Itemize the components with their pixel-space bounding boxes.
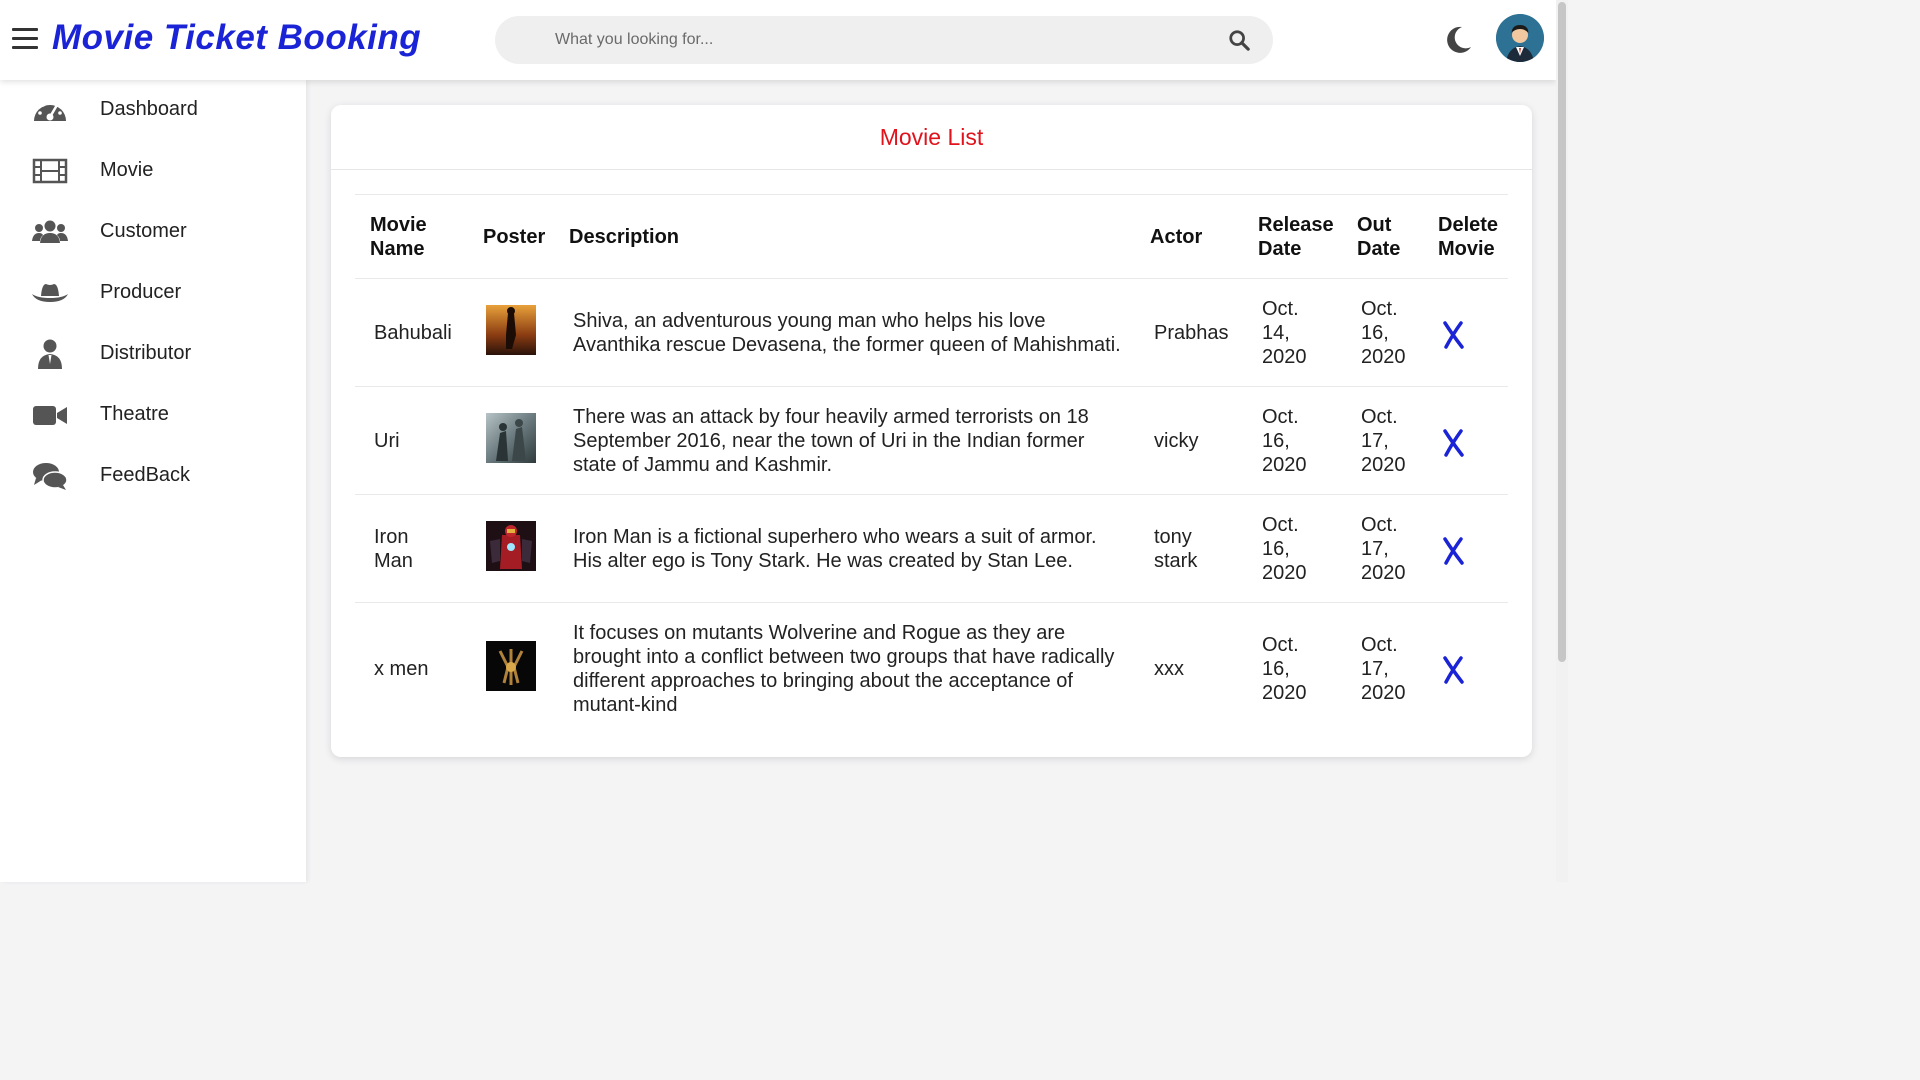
sidebar: Dashboard Movie Customer Producer Distri…	[0, 80, 306, 882]
moon-icon[interactable]	[1443, 25, 1473, 55]
cell-actor: vicky	[1154, 430, 1199, 452]
sidebar-item-label: Dashboard	[100, 98, 198, 120]
menu-icon[interactable]	[12, 28, 38, 50]
cell-movie-name: Uri	[374, 430, 400, 452]
delete-button[interactable]	[1442, 428, 1466, 458]
title-divider	[331, 169, 1532, 170]
sidebar-item-dashboard[interactable]: Dashboard	[0, 85, 306, 135]
movie-poster-bahubali[interactable]	[486, 305, 536, 355]
column-header-description: Description	[569, 226, 680, 248]
avatar[interactable]	[1496, 14, 1544, 62]
cell-actor: Prabhas	[1154, 322, 1229, 344]
cell-description: It focuses on mutants Wolverine and Rogu…	[573, 622, 1115, 716]
delete-button[interactable]	[1442, 655, 1466, 685]
movie-list-card: Movie List Movie Name Poster Description…	[331, 105, 1532, 757]
column-header-actor: Actor	[1150, 226, 1203, 248]
app-title[interactable]: Movie Ticket Booking	[52, 18, 421, 58]
table-row-border	[355, 386, 1508, 387]
cell-actor: xxx	[1154, 658, 1184, 680]
cell-release-date: Oct. 16, 2020	[1262, 406, 1307, 476]
sidebar-item-distributor[interactable]: Distributor	[0, 329, 306, 379]
sidebar-item-label: Theatre	[100, 403, 169, 425]
sidebar-item-label: Distributor	[100, 342, 192, 364]
cell-out-date: Oct. 17, 2020	[1361, 514, 1406, 584]
hat-icon	[32, 284, 68, 302]
sidebar-item-label: FeedBack	[100, 464, 191, 486]
sidebar-item-feedback[interactable]: FeedBack	[0, 451, 306, 501]
search-input[interactable]	[555, 16, 1195, 64]
dashboard-gauge-icon	[34, 100, 66, 121]
column-header-release-date: Release Date	[1258, 214, 1334, 260]
sidebar-item-customer[interactable]: Customer	[0, 207, 306, 257]
page-title: Movie List	[879, 124, 984, 150]
table-row-border	[355, 602, 1508, 603]
cell-description: Iron Man is a fictional superhero who we…	[573, 526, 1097, 572]
search-bar	[495, 16, 1273, 64]
cell-release-date: Oct. 16, 2020	[1262, 634, 1307, 704]
sidebar-item-movie[interactable]: Movie	[0, 146, 306, 196]
sidebar-item-producer[interactable]: Producer	[0, 268, 306, 318]
cell-out-date: Oct. 17, 2020	[1361, 634, 1406, 704]
column-header-movie-name: Movie Name	[370, 214, 427, 260]
column-header-poster: Poster	[483, 226, 546, 248]
table-top-border	[355, 194, 1508, 195]
movie-poster-iron-man[interactable]	[486, 521, 536, 571]
header-row-border	[355, 278, 1508, 279]
sidebar-item-label: Movie	[100, 159, 154, 181]
cell-release-date: Oct. 14, 2020	[1262, 298, 1307, 368]
page-scrollbar[interactable]	[1556, 0, 1568, 882]
cell-release-date: Oct. 16, 2020	[1262, 514, 1307, 584]
users-icon	[32, 220, 68, 243]
sidebar-item-label: Producer	[100, 281, 182, 303]
video-camera-icon	[33, 406, 67, 425]
cell-movie-name: Iron Man	[374, 526, 413, 572]
user-avatar-icon	[1496, 14, 1544, 62]
movie-poster-x-men[interactable]	[486, 641, 536, 691]
cell-movie-name: Bahubali	[374, 322, 452, 344]
cell-out-date: Oct. 17, 2020	[1361, 406, 1406, 476]
comments-icon	[33, 463, 68, 490]
user-tie-icon	[38, 339, 62, 369]
delete-button[interactable]	[1442, 536, 1466, 566]
cell-actor: tony stark	[1154, 526, 1198, 572]
delete-button[interactable]	[1442, 320, 1466, 350]
cell-out-date: Oct. 16, 2020	[1361, 298, 1406, 368]
search-icon[interactable]	[1228, 29, 1250, 51]
column-header-delete-movie: Delete Movie	[1438, 214, 1499, 260]
movie-poster-uri[interactable]	[486, 413, 536, 463]
cell-description: Shiva, an adventurous young man who help…	[573, 310, 1121, 356]
film-icon	[32, 158, 68, 184]
table-row-border	[355, 494, 1508, 495]
sidebar-item-label: Customer	[100, 220, 187, 242]
top-header: Movie Ticket Booking	[0, 0, 1556, 80]
cell-description: There was an attack by four heavily arme…	[573, 406, 1089, 476]
column-header-out-date: Out Date	[1357, 214, 1401, 260]
cell-movie-name: x men	[374, 658, 429, 680]
sidebar-item-theatre[interactable]: Theatre	[0, 390, 306, 440]
scrollbar-thumb[interactable]	[1558, 2, 1566, 662]
